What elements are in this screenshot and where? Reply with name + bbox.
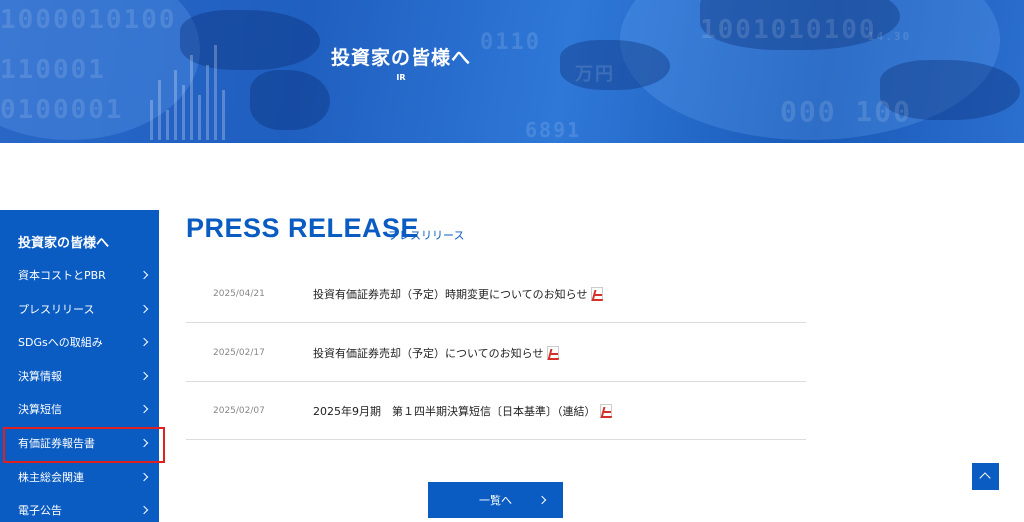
page-title: 投資家の皆様へ <box>330 47 471 69</box>
news-link[interactable]: 投資有価証券売却（予定）時期変更についてのお知らせ <box>313 286 604 302</box>
sidebar-item-label: 電子公告 <box>18 503 62 517</box>
news-date: 2025/04/21 <box>213 288 265 299</box>
sidebar-item-label: 株主総会関連 <box>18 470 84 484</box>
section-subtitle: プレスリリース <box>388 229 465 242</box>
hero-digits: 000 100 <box>780 95 913 128</box>
sidebar-item-financial-info[interactable]: 決算情報 <box>0 359 159 392</box>
chevron-right-icon <box>139 472 149 481</box>
news-link[interactable]: 投資有価証券売却（予定）についてのお知らせ <box>313 345 560 361</box>
sidebar-item-earnings-summary[interactable]: 決算短信 <box>0 392 159 425</box>
chevron-right-icon <box>139 337 149 346</box>
sidebar-item-label: 決算短信 <box>18 402 62 416</box>
sidebar-item-label: 資本コストとPBR <box>18 268 106 282</box>
chevron-right-icon <box>139 371 149 380</box>
chevron-right-icon <box>537 495 547 505</box>
view-all-button[interactable]: 一覧へ <box>428 482 563 518</box>
news-row[interactable]: 2025/02/07 2025年9月期 第１四半期決算短信〔日本基準〕（連結） <box>186 382 806 440</box>
sidebar-item-press-release[interactable]: プレスリリース <box>0 292 159 325</box>
sidebar-item-capital-cost-pbr[interactable]: 資本コストとPBR <box>0 258 159 291</box>
news-row[interactable]: 2025/02/17 投資有価証券売却（予定）についてのお知らせ <box>186 324 806 382</box>
hero-digits: 0100001 <box>0 95 124 125</box>
sidebar-title[interactable]: 投資家の皆様へ <box>18 232 109 251</box>
news-date: 2025/02/17 <box>213 347 265 358</box>
pdf-icon <box>599 403 612 418</box>
sidebar-item-electronic-notice[interactable]: 電子公告 <box>0 493 159 522</box>
sidebar: 投資家の皆様へ 資本コストとPBR プレスリリース SDGsへの取組み 決算情報… <box>0 210 159 522</box>
chevron-right-icon <box>139 505 149 514</box>
arrow-up-icon <box>979 472 991 484</box>
sidebar-item-label: 有価証券報告書 <box>18 436 95 450</box>
news-title: 投資有価証券売却（予定）時期変更についてのお知らせ <box>313 287 588 301</box>
sidebar-item-shareholders-meeting[interactable]: 株主総会関連 <box>0 460 159 493</box>
hero-digits: 14.30 <box>868 30 912 43</box>
sidebar-item-sdgs[interactable]: SDGsへの取組み <box>0 325 159 358</box>
pdf-icon <box>547 345 560 360</box>
view-all-label: 一覧へ <box>479 494 512 507</box>
chevron-right-icon <box>139 304 149 313</box>
section-title: PRESS RELEASE <box>186 213 420 243</box>
news-title: 投資有価証券売却（予定）についてのお知らせ <box>313 346 544 360</box>
news-title: 2025年9月期 第１四半期決算短信〔日本基準〕（連結） <box>313 404 596 418</box>
hero-digits: 6891 <box>525 118 582 142</box>
chevron-right-icon <box>139 270 149 279</box>
sidebar-item-securities-report[interactable]: 有価証券報告書 <box>0 426 159 459</box>
news-date: 2025/02/07 <box>213 405 265 416</box>
news-row[interactable]: 2025/04/21 投資有価証券売却（予定）時期変更についてのお知らせ <box>186 265 806 323</box>
pdf-icon <box>591 286 604 301</box>
sidebar-item-label: SDGsへの取組み <box>18 335 103 349</box>
hero-banner: 1000010100 110001 0100001 0110 6891 万円 1… <box>0 0 1024 143</box>
chevron-right-icon <box>139 404 149 413</box>
news-link[interactable]: 2025年9月期 第１四半期決算短信〔日本基準〕（連結） <box>313 403 612 419</box>
page-subtitle: IR <box>396 73 406 82</box>
chevron-right-icon <box>139 438 149 447</box>
sidebar-item-label: 決算情報 <box>18 369 62 383</box>
back-to-top-button[interactable] <box>972 463 999 490</box>
hero-digits: 1001010100 <box>700 15 877 45</box>
hero-digits: 1000010100 <box>0 5 177 35</box>
sidebar-item-label: プレスリリース <box>18 302 95 316</box>
